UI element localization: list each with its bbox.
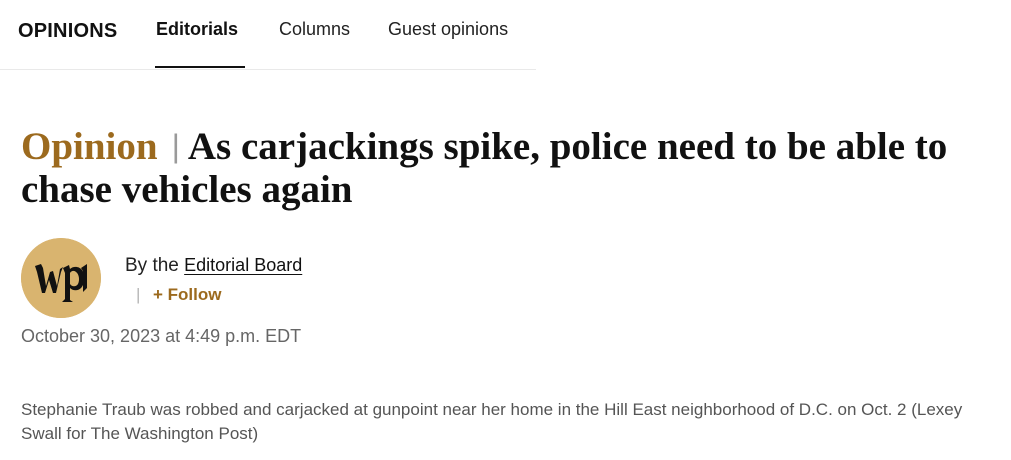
byline: By the Editorial Board: [125, 255, 302, 277]
opinion-kicker[interactable]: Opinion: [21, 125, 158, 168]
tab-columns[interactable]: Columns: [279, 19, 350, 40]
section-title[interactable]: OPINIONS: [18, 20, 117, 43]
photo-caption: Stephanie Traub was robbed and carjacked…: [21, 400, 963, 443]
headline: Opinion | As carjackings spike, police nee…: [21, 126, 991, 211]
kicker-separator: |: [171, 128, 180, 164]
follow-button[interactable]: + Follow: [153, 285, 221, 305]
wp-logo-icon: [21, 238, 101, 318]
follow-separator: |: [136, 285, 141, 304]
top-navigation: OPINIONS Editorials Columns Guest opinio…: [0, 0, 536, 70]
tab-guest-opinions[interactable]: Guest opinions: [388, 19, 508, 40]
tab-editorials[interactable]: Editorials: [156, 19, 238, 40]
byline-prefix: By the: [125, 255, 179, 276]
publish-timestamp: October 30, 2023 at 4:49 p.m. EDT: [21, 326, 302, 346]
active-tab-underline: [155, 66, 245, 68]
author-link[interactable]: Editorial Board: [184, 255, 302, 275]
headline-text: As carjackings spike, police need to be …: [21, 125, 948, 211]
author-avatar[interactable]: [21, 238, 101, 318]
